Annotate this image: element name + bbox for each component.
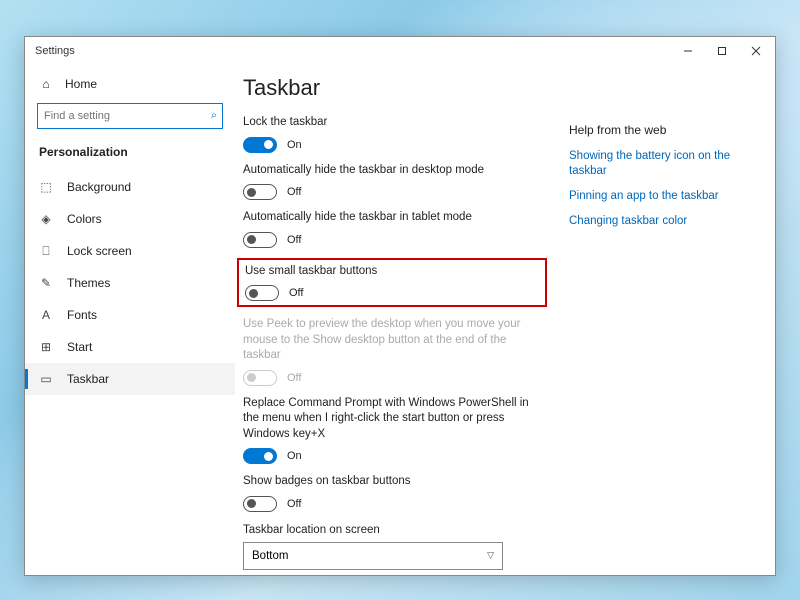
dropdown-value: Bottom: [252, 550, 288, 562]
dropdown[interactable]: Bottom ▽: [243, 542, 503, 570]
window-body: ⌂ Home ⌕ Personalization ⬚ Background ◈ Col…: [25, 65, 775, 575]
main-column: Taskbar Lock the taskbar On Automatically …: [243, 75, 541, 567]
toggle-knob: [264, 140, 273, 149]
setting: Use Peek to preview the desktop when you…: [243, 317, 541, 386]
setting: Automatically hide the taskbar in tablet…: [243, 210, 541, 248]
toggle-state: Off: [289, 287, 303, 299]
search-input[interactable]: [37, 103, 223, 129]
toggle-state: Off: [287, 186, 301, 198]
toggle-row: Off: [243, 184, 541, 200]
sidebar-item-label: Lock screen: [67, 244, 132, 258]
toggle[interactable]: [243, 232, 277, 248]
dropdowns-list: Taskbar location on screenBottom▽Combine…: [243, 524, 541, 575]
setting: Lock the taskbar On: [243, 115, 541, 153]
minimize-button[interactable]: [671, 38, 705, 64]
setting: Use small taskbar buttons Off: [237, 258, 547, 308]
toggle-state: Off: [287, 372, 301, 384]
dropdown-label: Taskbar location on screen: [243, 524, 541, 536]
nav-icon: ▭: [39, 372, 53, 386]
toggle[interactable]: [243, 496, 277, 512]
setting-label: Use Peek to preview the desktop when you…: [243, 317, 541, 364]
sidebar-item-label: Themes: [67, 276, 110, 290]
sidebar-home-label: Home: [65, 77, 97, 91]
setting-label: Automatically hide the taskbar in deskto…: [243, 163, 541, 179]
close-button[interactable]: [739, 38, 773, 64]
minimize-icon: [683, 46, 693, 56]
setting-label: Replace Command Prompt with Windows Powe…: [243, 396, 541, 443]
toggle[interactable]: [243, 448, 277, 464]
search-wrap: ⌕: [25, 97, 235, 139]
sidebar-item-start[interactable]: ⊞ Start: [25, 331, 235, 363]
setting-label: Use small taskbar buttons: [245, 264, 539, 280]
chevron-down-icon: ▽: [487, 550, 494, 561]
content: Taskbar Lock the taskbar On Automatically …: [235, 65, 775, 575]
nav-icon: ⊞: [39, 340, 53, 354]
home-icon: ⌂: [39, 77, 53, 91]
help-links: Showing the battery icon on the taskbar P…: [569, 149, 759, 229]
sidebar-home[interactable]: ⌂ Home: [25, 71, 235, 97]
help-link[interactable]: Showing the battery icon on the taskbar: [569, 149, 759, 179]
sidebar: ⌂ Home ⌕ Personalization ⬚ Background ◈ Col…: [25, 65, 235, 575]
setting-label: Automatically hide the taskbar in tablet…: [243, 210, 541, 226]
toggle-row: Off: [243, 496, 541, 512]
settings-list: Lock the taskbar On Automatically hide the…: [243, 115, 541, 512]
sidebar-item-background[interactable]: ⬚ Background: [25, 171, 235, 203]
toggle-state: On: [287, 139, 302, 151]
sidebar-item-lock-screen[interactable]: ⎕ Lock screen: [25, 235, 235, 267]
toggle[interactable]: [243, 137, 277, 153]
toggle[interactable]: [245, 285, 279, 301]
sidebar-item-colors[interactable]: ◈ Colors: [25, 203, 235, 235]
toggle-knob: [249, 289, 258, 298]
sidebar-section-label: Personalization: [25, 139, 235, 167]
help-aside: Help from the web Showing the battery ic…: [569, 75, 759, 567]
page-title: Taskbar: [243, 75, 541, 101]
window-controls: [671, 38, 773, 64]
toggle-row: Off: [243, 370, 541, 386]
setting: Replace Command Prompt with Windows Powe…: [243, 396, 541, 465]
maximize-button[interactable]: [705, 38, 739, 64]
toggle-state: On: [287, 450, 302, 462]
toggle-knob: [247, 373, 256, 382]
sidebar-item-fonts[interactable]: A Fonts: [25, 299, 235, 331]
help-link[interactable]: Pinning an app to the taskbar: [569, 189, 759, 204]
sidebar-item-label: Colors: [67, 212, 102, 226]
setting: Show badges on taskbar buttons Off: [243, 474, 541, 512]
toggle-knob: [247, 499, 256, 508]
sidebar-item-themes[interactable]: ✎ Themes: [25, 267, 235, 299]
sidebar-item-label: Background: [67, 180, 131, 194]
sidebar-nav: ⬚ Background ◈ Colors ⎕ Lock screen ✎ Themes A Fo…: [25, 171, 235, 395]
toggle-knob: [247, 188, 256, 197]
settings-window: Settings ⌂ Home ⌕ Pe: [24, 36, 776, 576]
toggle-row: On: [243, 137, 541, 153]
toggle-state: Off: [287, 498, 301, 510]
close-icon: [751, 46, 761, 56]
titlebar: Settings: [25, 37, 775, 65]
sidebar-item-label: Fonts: [67, 308, 97, 322]
nav-icon: ⬚: [39, 180, 53, 194]
sidebar-item-taskbar[interactable]: ▭ Taskbar: [25, 363, 235, 395]
sidebar-item-label: Start: [67, 340, 92, 354]
window-title: Settings: [35, 45, 75, 57]
toggle: [243, 370, 277, 386]
maximize-icon: [717, 46, 727, 56]
nav-icon: ✎: [39, 276, 53, 290]
nav-icon: ⎕: [39, 244, 53, 258]
toggle-row: Off: [243, 232, 541, 248]
toggle[interactable]: [243, 184, 277, 200]
sidebar-item-label: Taskbar: [67, 372, 109, 386]
toggle-row: Off: [245, 285, 539, 301]
toggle-row: On: [243, 448, 541, 464]
nav-icon: ◈: [39, 212, 53, 226]
toggle-knob: [247, 235, 256, 244]
nav-icon: A: [39, 308, 53, 322]
toggle-knob: [264, 452, 273, 461]
setting-label: Lock the taskbar: [243, 115, 541, 131]
help-title: Help from the web: [569, 123, 759, 137]
help-link[interactable]: Changing taskbar color: [569, 214, 759, 229]
toggle-state: Off: [287, 234, 301, 246]
setting-label: Show badges on taskbar buttons: [243, 474, 541, 490]
setting: Automatically hide the taskbar in deskto…: [243, 163, 541, 201]
